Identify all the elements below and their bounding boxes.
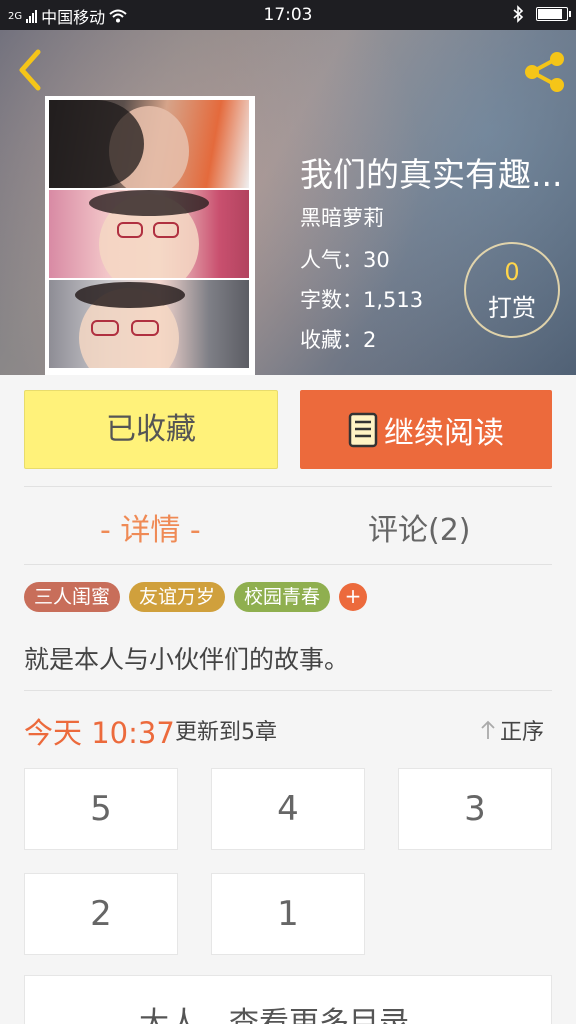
share-icon: [525, 52, 564, 92]
wordcount-value: 1,513: [363, 288, 424, 312]
divider: [24, 486, 552, 487]
author-name: 黑暗萝莉: [300, 206, 384, 230]
book-author[interactable]: 黑暗萝莉: [300, 202, 384, 232]
favorites-value: 2: [363, 328, 377, 352]
chapter-button[interactable]: 5: [24, 768, 178, 850]
back-button[interactable]: [14, 48, 48, 92]
book-icon: [348, 412, 378, 447]
chapter-button[interactable]: 1: [211, 873, 365, 955]
bluetooth-icon: [513, 5, 524, 23]
chevron-left-icon: [19, 49, 41, 91]
continue-reading-button[interactable]: 继续阅读: [300, 390, 552, 469]
sort-label: 正序: [500, 720, 545, 745]
status-time: 17:03: [263, 5, 313, 25]
update-info: 更新到5章: [175, 720, 277, 745]
book-description: 就是本人与小伙伴们的故事。: [24, 645, 350, 674]
book-title: 我们的真实有趣...: [300, 155, 563, 194]
more-chapters-label: 大人，查看更多目录: [139, 1006, 409, 1024]
cover-photo: [49, 190, 249, 278]
cover-photo: [49, 280, 249, 368]
book-header: 我们的真实有趣... 黑暗萝莉 人气：30 字数：1,513 收藏：2 0 打赏: [0, 30, 576, 375]
battery-icon: [536, 7, 571, 21]
chapter-button[interactable]: 4: [211, 768, 365, 850]
battery-fill: [538, 9, 562, 19]
cover-photo: [49, 100, 249, 188]
wordcount-label: 字数：: [300, 288, 363, 312]
tag-badge[interactable]: 校园青春: [234, 582, 331, 612]
continue-reading-label: 继续阅读: [384, 415, 504, 451]
favorites-label: 收藏：: [300, 328, 363, 352]
more-chapters-button[interactable]: 大人，查看更多目录 ⌄: [24, 975, 552, 1024]
status-right: [512, 5, 571, 23]
collected-button[interactable]: 已收藏: [24, 390, 278, 469]
wordcount-stat: 字数：1,513: [300, 284, 423, 314]
update-time: 今天 10:37: [24, 716, 175, 750]
chevron-down-icon: ⌄: [419, 1014, 437, 1024]
arrow-up-icon: [481, 720, 495, 739]
chapter-button[interactable]: 3: [398, 768, 552, 850]
popularity-value: 30: [363, 248, 390, 272]
tag-badge[interactable]: 三人闺蜜: [24, 582, 121, 612]
sort-toggle[interactable]: 正序: [480, 714, 544, 746]
popularity-label: 人气：: [300, 248, 363, 272]
tab-comments[interactable]: 评论(2): [368, 505, 471, 549]
status-bar: 2G 中国移动 17:03: [0, 0, 576, 30]
tab-details[interactable]: - 详情 -: [100, 505, 201, 549]
divider: [24, 564, 552, 565]
tag-badge[interactable]: 友谊万岁: [129, 582, 226, 612]
reward-button[interactable]: 0 打赏: [464, 242, 560, 338]
popularity-stat: 人气：30: [300, 244, 390, 274]
divider: [24, 690, 552, 691]
add-tag-button[interactable]: +: [339, 583, 367, 611]
reward-count: 0: [504, 258, 520, 286]
chapter-button[interactable]: 2: [24, 873, 178, 955]
book-cover[interactable]: [45, 96, 255, 375]
favorites-stat: 收藏：2: [300, 324, 376, 354]
share-button[interactable]: [522, 50, 568, 94]
reward-label: 打赏: [488, 294, 536, 322]
